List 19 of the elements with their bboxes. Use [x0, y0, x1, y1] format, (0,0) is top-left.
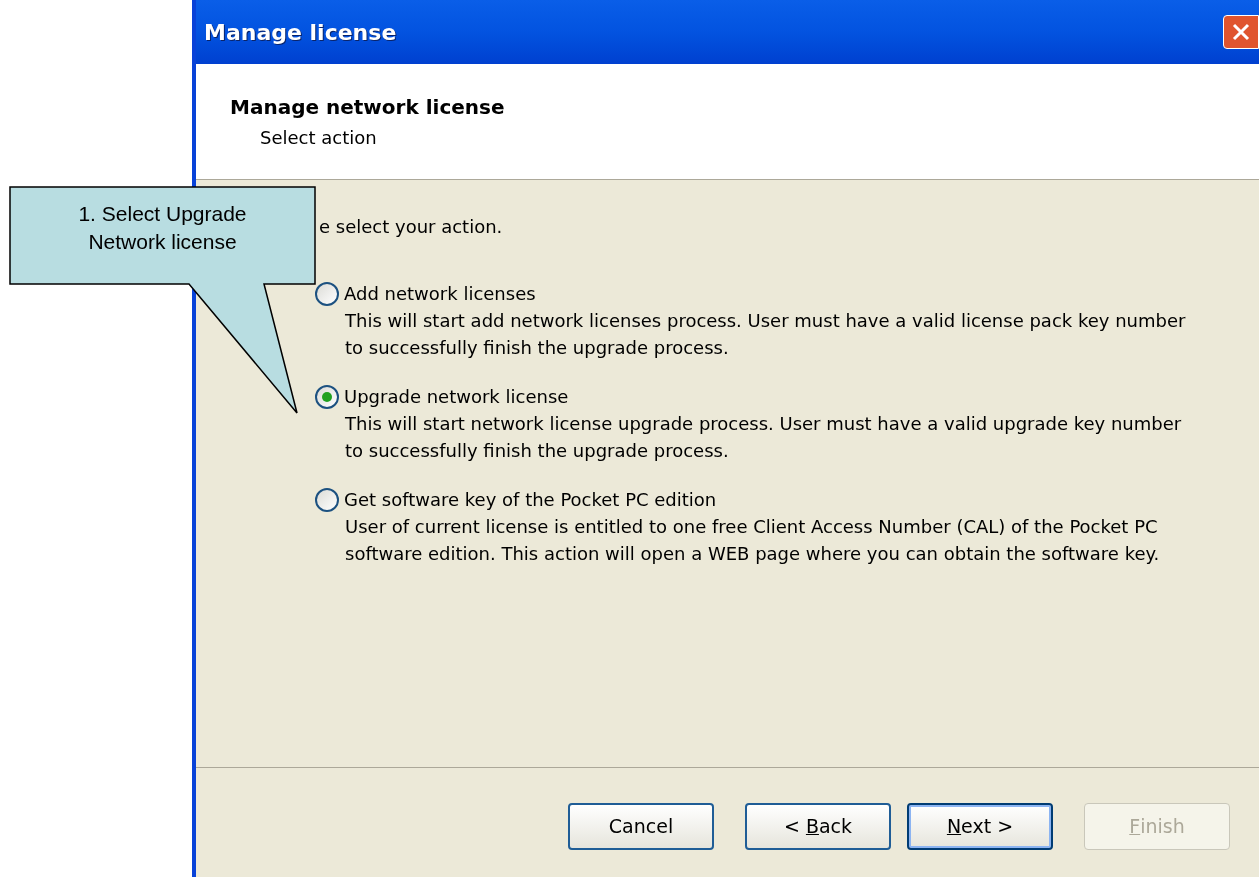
radio-option[interactable]: Add network licenses [315, 281, 1239, 307]
dialog-button[interactable]: < Back [745, 803, 891, 850]
radio-option[interactable]: Upgrade network license [315, 384, 1239, 410]
option-description: This will start add network licenses process. User must have a valid license pack key number to successfully finish the upgrade process. [344, 309, 1187, 360]
close-icon [1231, 22, 1251, 42]
callout-text: 1. Select Upgrade Network license [77, 201, 248, 255]
dialog-button[interactable]: Next > [907, 803, 1053, 850]
radio-button[interactable] [315, 282, 339, 306]
option-description: User of current license is entitled to one free Client Access Number (CAL) of the Pocket PC software edition. This action will open a WEB page where you can obtain the software key. [344, 515, 1161, 566]
radio-option[interactable]: Get software key of the Pocket PC edition [315, 487, 1239, 513]
close-button[interactable] [1223, 15, 1259, 49]
window-title: Manage license [204, 18, 397, 47]
option-description: This will start network license upgrade process. User must have a valid upgrade key number to successfully finish the upgrade process. [344, 412, 1183, 463]
radio-button[interactable] [315, 488, 339, 512]
header-subtitle: Select action [259, 126, 378, 150]
dialog-button[interactable]: Cancel [568, 803, 714, 850]
header-title: Manage network license [230, 94, 506, 120]
instruction-text: e select your action. [318, 215, 504, 239]
radio-button[interactable] [315, 385, 339, 409]
